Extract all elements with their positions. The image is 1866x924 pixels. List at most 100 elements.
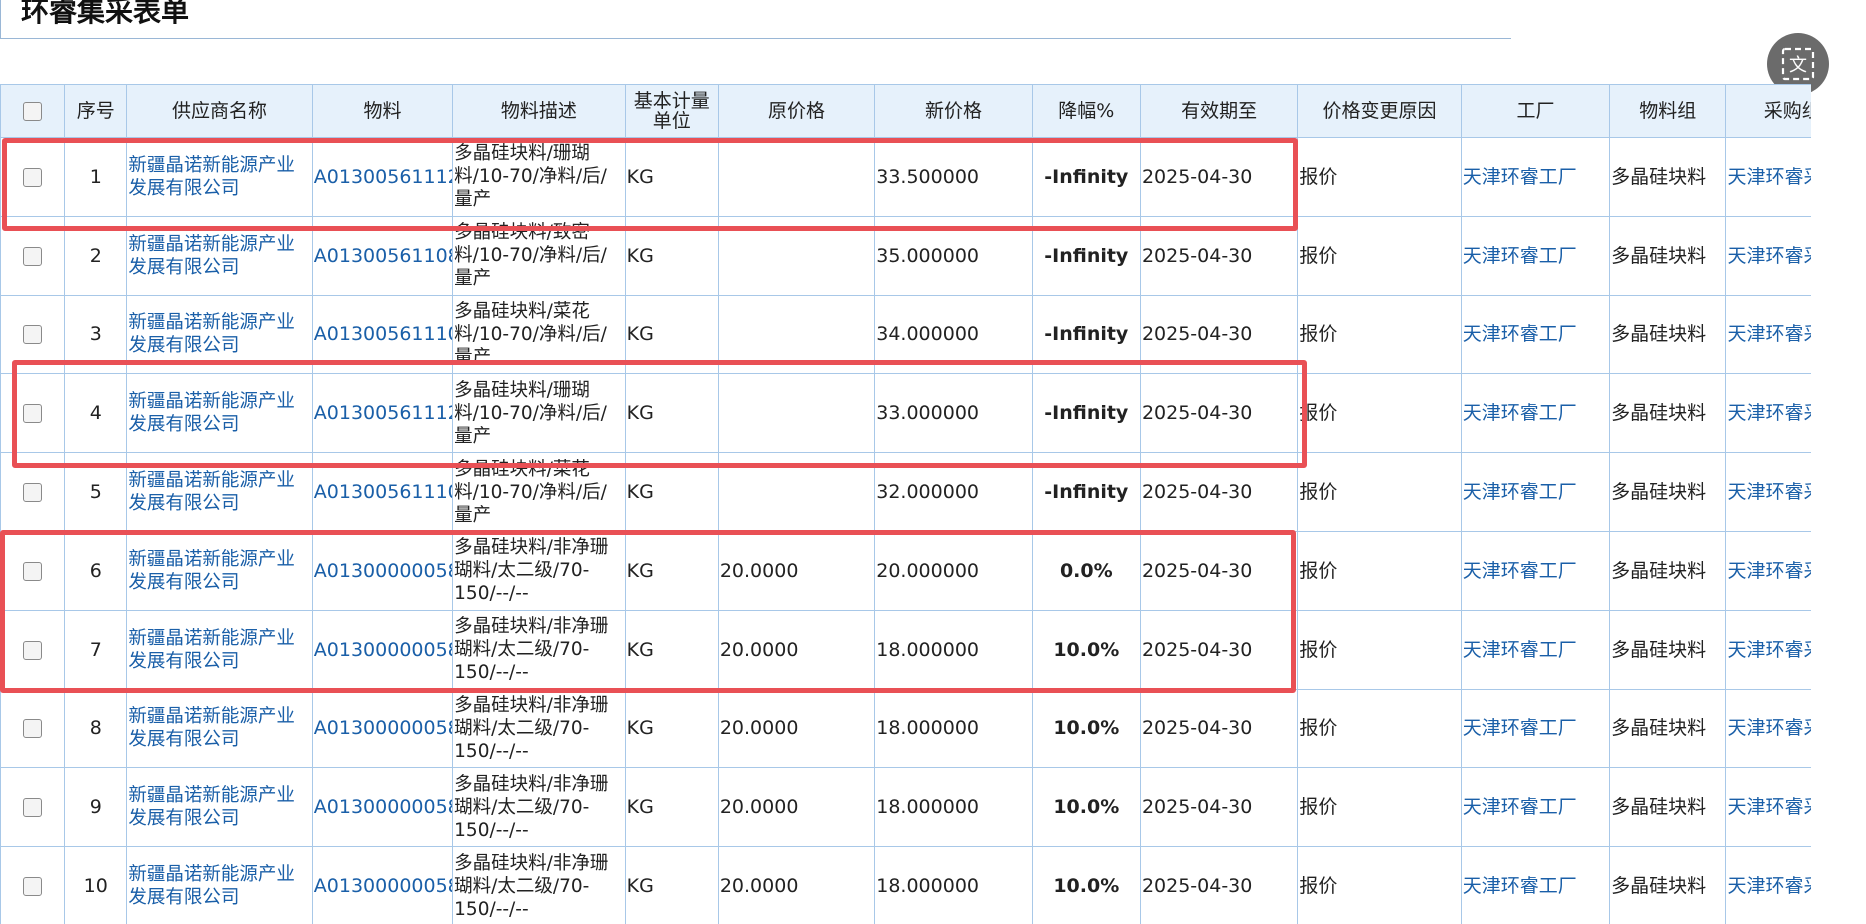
- material-link[interactable]: A01300000058: [311, 609, 454, 690]
- material-link[interactable]: A01300561110: [311, 294, 454, 375]
- table-row[interactable]: 3 新疆晶诺新能源产业发展有限公司 A01300561110 多晶硅块料/菜花料/10…: [0, 294, 1811, 375]
- supplier-link[interactable]: 新疆晶诺新能源产业发展有限公司: [126, 137, 313, 217]
- plant-link[interactable]: 天津环睿工厂: [1460, 215, 1611, 296]
- header-unit[interactable]: 基本计量单位: [624, 84, 719, 138]
- plant-link[interactable]: 天津环睿工厂: [1460, 688, 1611, 769]
- material-link[interactable]: A01300000058: [311, 767, 454, 848]
- material-link[interactable]: A01300561110: [311, 452, 454, 532]
- header-drop[interactable]: 降幅%: [1031, 84, 1141, 138]
- row-checkbox[interactable]: [23, 561, 43, 581]
- header-seq[interactable]: 序号: [64, 84, 128, 138]
- supplier-link[interactable]: 新疆晶诺新能源产业发展有限公司: [126, 294, 313, 375]
- supplier-link[interactable]: 新疆晶诺新能源产业发展有限公司: [126, 846, 313, 924]
- row-select-cell[interactable]: [0, 609, 66, 690]
- table-row[interactable]: 10 新疆晶诺新能源产业发展有限公司 A01300000058 多晶硅块料/非净珊瑚料…: [0, 846, 1811, 924]
- header-desc[interactable]: 物料描述: [452, 84, 626, 138]
- supplier-link[interactable]: 新疆晶诺新能源产业发展有限公司: [126, 530, 313, 611]
- header-select-all[interactable]: [0, 84, 66, 138]
- supplier-link[interactable]: 新疆晶诺新能源产业发展有限公司: [126, 609, 313, 690]
- plant-link[interactable]: 天津环睿工厂: [1460, 530, 1611, 611]
- row-checkbox[interactable]: [23, 167, 43, 187]
- valid-to-cell: 2025-04-30: [1139, 688, 1299, 769]
- price-table: 序号 供应商名称 物料 物料描述 基本计量单位 原价格 新价格 降幅% 有效期至…: [0, 84, 1811, 924]
- purchase-org-link[interactable]: 天津环睿采购: [1725, 373, 1811, 454]
- new-price-cell: 18.000000: [874, 846, 1033, 924]
- supplier-link[interactable]: 新疆晶诺新能源产业发展有限公司: [126, 452, 313, 532]
- header-valid-to[interactable]: 有效期至: [1139, 84, 1299, 138]
- row-checkbox[interactable]: [23, 246, 43, 266]
- purchase-org-link[interactable]: 天津环睿采购: [1725, 767, 1811, 848]
- table-row[interactable]: 7 新疆晶诺新能源产业发展有限公司 A01300000058 多晶硅块料/非净珊瑚料/…: [0, 609, 1811, 690]
- old-price-cell: 20.0000: [717, 609, 876, 690]
- old-price-cell: 20.0000: [717, 688, 876, 769]
- header-material[interactable]: 物料: [311, 84, 454, 138]
- supplier-link[interactable]: 新疆晶诺新能源产业发展有限公司: [126, 373, 313, 454]
- header-plant[interactable]: 工厂: [1460, 84, 1611, 138]
- row-select-cell[interactable]: [0, 688, 66, 769]
- valid-to-cell: 2025-04-30: [1139, 137, 1299, 217]
- select-all-checkbox[interactable]: [23, 102, 43, 121]
- header-supplier[interactable]: 供应商名称: [126, 84, 313, 138]
- purchase-org-link[interactable]: 天津环睿采购: [1725, 294, 1811, 375]
- table-row[interactable]: 6 新疆晶诺新能源产业发展有限公司 A01300000058 多晶硅块料/非净珊瑚料/…: [0, 530, 1811, 611]
- material-link[interactable]: A01300000058: [311, 846, 454, 924]
- plant-link[interactable]: 天津环睿工厂: [1460, 137, 1611, 217]
- material-group-cell: 多晶硅块料: [1609, 688, 1727, 769]
- plant-link[interactable]: 天津环睿工厂: [1460, 452, 1611, 532]
- header-reason[interactable]: 价格变更原因: [1297, 84, 1462, 138]
- unit-cell: KG: [624, 688, 719, 769]
- description-text: 多晶硅块料/珊瑚料/10-70/净料/后/量产: [454, 143, 607, 211]
- table-row[interactable]: 8 新疆晶诺新能源产业发展有限公司 A01300000058 多晶硅块料/非净珊瑚料/…: [0, 688, 1811, 769]
- row-select-cell[interactable]: [0, 846, 66, 924]
- old-price-cell: 20.0000: [717, 767, 876, 848]
- material-group-cell: 多晶硅块料: [1609, 452, 1727, 532]
- row-checkbox[interactable]: [23, 483, 43, 503]
- table-row[interactable]: 2 新疆晶诺新能源产业发展有限公司 A01300561108 多晶硅块料/致密料/10…: [0, 215, 1811, 296]
- header-old-price[interactable]: 原价格: [717, 84, 876, 138]
- row-checkbox[interactable]: [23, 798, 43, 818]
- new-price-cell: 18.000000: [874, 609, 1033, 690]
- row-select-cell[interactable]: [0, 215, 66, 296]
- table-row[interactable]: 1 新疆晶诺新能源产业发展有限公司 A01300561112 多晶硅块料/珊瑚料/10…: [0, 137, 1811, 217]
- purchase-org-link[interactable]: 天津环睿采购: [1725, 530, 1811, 611]
- plant-link[interactable]: 天津环睿工厂: [1460, 609, 1611, 690]
- table-row[interactable]: 4 新疆晶诺新能源产业发展有限公司 A01300561112 多晶硅块料/珊瑚料/10…: [0, 373, 1811, 454]
- table-row[interactable]: 9 新疆晶诺新能源产业发展有限公司 A01300000058 多晶硅块料/非净珊瑚料/…: [0, 767, 1811, 848]
- row-select-cell[interactable]: [0, 294, 66, 375]
- plant-link[interactable]: 天津环睿工厂: [1460, 767, 1611, 848]
- supplier-link[interactable]: 新疆晶诺新能源产业发展有限公司: [126, 767, 313, 848]
- row-select-cell[interactable]: [0, 530, 66, 611]
- row-checkbox[interactable]: [23, 877, 43, 897]
- purchase-org-link[interactable]: 天津环睿采购: [1725, 215, 1811, 296]
- row-checkbox[interactable]: [23, 325, 43, 345]
- purchase-org-link[interactable]: 天津环睿采购: [1725, 137, 1811, 217]
- material-link[interactable]: A01300561108: [311, 215, 454, 296]
- plant-link[interactable]: 天津环睿工厂: [1460, 294, 1611, 375]
- purchase-org-link[interactable]: 天津环睿采购: [1725, 688, 1811, 769]
- header-mat-group[interactable]: 物料组: [1609, 84, 1727, 138]
- unit-cell: KG: [624, 609, 719, 690]
- drop-percent-cell: -Infinity: [1031, 137, 1141, 217]
- supplier-link[interactable]: 新疆晶诺新能源产业发展有限公司: [126, 688, 313, 769]
- material-link[interactable]: A01300561112: [311, 137, 454, 217]
- purchase-org-link[interactable]: 天津环睿采购: [1725, 452, 1811, 532]
- plant-link[interactable]: 天津环睿工厂: [1460, 846, 1611, 924]
- purchase-org-link[interactable]: 天津环睿采购: [1725, 609, 1811, 690]
- material-link[interactable]: A01300000058: [311, 530, 454, 611]
- row-select-cell[interactable]: [0, 767, 66, 848]
- table-row[interactable]: 5 新疆晶诺新能源产业发展有限公司 A01300561110 多晶硅块料/菜花料/10…: [0, 452, 1811, 532]
- row-checkbox[interactable]: [23, 719, 43, 739]
- header-new-price[interactable]: 新价格: [874, 84, 1033, 138]
- row-select-cell[interactable]: [0, 452, 66, 532]
- row-select-cell[interactable]: [0, 137, 66, 217]
- header-purch-org[interactable]: 采购组织: [1725, 84, 1811, 138]
- supplier-link[interactable]: 新疆晶诺新能源产业发展有限公司: [126, 215, 313, 296]
- material-link[interactable]: A01300000058: [311, 688, 454, 769]
- material-link[interactable]: A01300561112: [311, 373, 454, 454]
- purchase-org-link[interactable]: 天津环睿采购: [1725, 846, 1811, 924]
- row-checkbox[interactable]: [23, 640, 43, 660]
- row-select-cell[interactable]: [0, 373, 66, 454]
- row-checkbox[interactable]: [23, 404, 43, 424]
- description-cell: 多晶硅块料/非净珊瑚料/太二级/70-150/--/--: [452, 609, 626, 690]
- plant-link[interactable]: 天津环睿工厂: [1460, 373, 1611, 454]
